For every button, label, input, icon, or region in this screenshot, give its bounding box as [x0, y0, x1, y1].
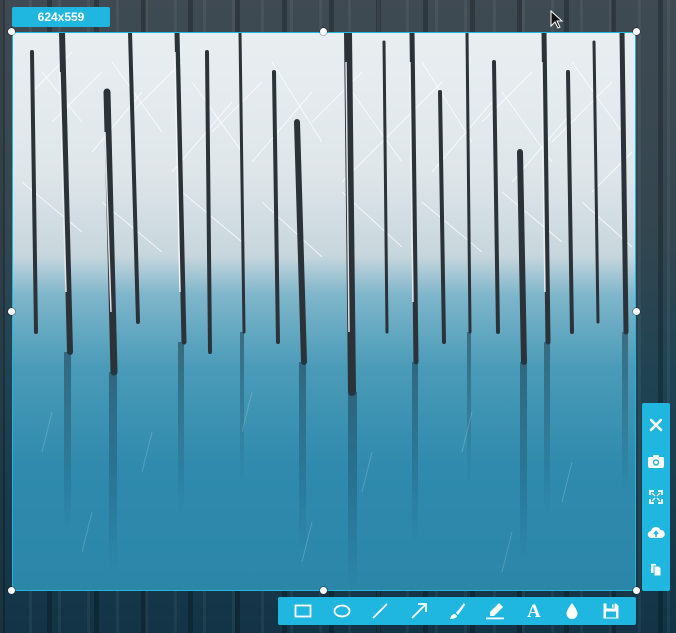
- resize-handle-top[interactable]: [320, 28, 327, 35]
- blur-drop-icon: [566, 603, 578, 619]
- side-toolbar: [642, 403, 670, 591]
- fullscreen-button[interactable]: [644, 485, 668, 509]
- selection-size-label: 624x559: [12, 7, 110, 27]
- text-icon: A: [526, 600, 541, 622]
- ellipse-tool[interactable]: [330, 599, 354, 623]
- rectangle-tool[interactable]: [291, 599, 315, 623]
- line-tool[interactable]: [368, 599, 392, 623]
- arrow-icon: [410, 603, 427, 619]
- brush-icon: [449, 603, 465, 619]
- resize-handle-bottom-left[interactable]: [8, 587, 15, 594]
- resize-handle-top-left[interactable]: [8, 28, 15, 35]
- mouse-cursor-icon: [550, 10, 564, 29]
- copy-icon: [651, 564, 662, 577]
- resize-handle-left[interactable]: [8, 308, 15, 315]
- rectangle-icon: [294, 604, 312, 618]
- resize-handle-right[interactable]: [633, 308, 640, 315]
- selected-region[interactable]: [12, 32, 636, 591]
- marker-tool[interactable]: [483, 599, 507, 623]
- close-icon: [649, 418, 663, 432]
- arrow-tool[interactable]: [407, 599, 431, 623]
- close-button[interactable]: [644, 413, 668, 437]
- capture-button[interactable]: [644, 449, 668, 473]
- save-icon: [603, 603, 619, 619]
- forest-photo: [21, 32, 633, 591]
- copy-button[interactable]: [644, 557, 668, 581]
- resize-handle-top-right[interactable]: [633, 28, 640, 35]
- resize-handle-bottom[interactable]: [320, 587, 327, 594]
- ellipse-icon: [333, 604, 351, 618]
- upload-button[interactable]: [644, 521, 668, 545]
- brush-tool[interactable]: [445, 599, 469, 623]
- text-tool[interactable]: A: [522, 599, 546, 623]
- camera-icon: [648, 455, 664, 468]
- resize-handle-bottom-right[interactable]: [633, 587, 640, 594]
- line-icon: [372, 603, 388, 619]
- cloud-upload-icon: [647, 526, 665, 539]
- save-button[interactable]: [599, 599, 623, 623]
- fullscreen-icon: [649, 490, 663, 504]
- blur-tool[interactable]: [560, 599, 584, 623]
- annotation-toolbar: A: [278, 597, 636, 625]
- marker-icon: [486, 603, 505, 620]
